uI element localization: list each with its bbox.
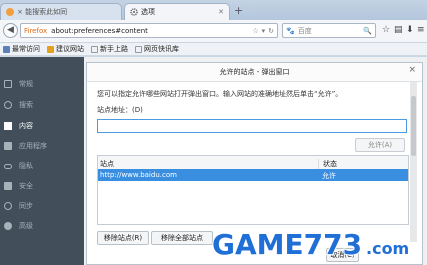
privacy-icon — [4, 163, 12, 169]
table-row[interactable]: http://www.baidu.com 允许 — [98, 169, 408, 181]
sidebar-item-general[interactable]: 常规 — [4, 79, 33, 89]
identity-label: Firefox — [24, 26, 48, 35]
bookmark-item[interactable]: 网页快讯库 — [135, 44, 179, 54]
address-label: 站点地址：(D) — [97, 106, 143, 114]
bookmark-item[interactable]: 最常访问 — [3, 44, 40, 54]
search-input[interactable]: 百度 — [298, 26, 364, 36]
bookmark-page-icon — [91, 45, 98, 53]
tab-options[interactable]: 选项 ✕ — [124, 3, 230, 20]
star-icon[interactable]: ☆ — [252, 27, 258, 35]
bookmarks-menu-icon[interactable]: ▤ — [394, 25, 403, 35]
close-icon[interactable]: × — [408, 65, 416, 75]
content-icon — [4, 122, 12, 130]
status-cell: 允许 — [322, 172, 336, 180]
bookmark-page-icon — [135, 45, 142, 53]
bookmarks-toolbar: 最常访问 建议网站 新手上路 网页快讯库 — [0, 43, 427, 56]
column-header-status[interactable]: 状态 — [318, 159, 337, 169]
sidebar-item-sync[interactable]: 同步 — [4, 201, 33, 211]
table-header: 站点 状态 — [98, 156, 408, 170]
sidebar-item-content[interactable]: 内容 — [4, 121, 33, 131]
url-text: about:preferences#content — [51, 26, 148, 35]
gear-icon — [130, 8, 138, 16]
svg-text:GAME773: GAME773 — [212, 228, 362, 261]
site-cell: http://www.baidu.com — [100, 171, 177, 179]
advanced-icon — [4, 222, 12, 230]
tab-label: × 能搜索此如同 — [17, 8, 68, 16]
allow-button[interactable]: 允许(A) — [355, 138, 405, 152]
bookmark-folder-icon — [3, 45, 10, 53]
sidebar-item-advanced[interactable]: 高级 — [4, 221, 33, 231]
tab-strip: × 能搜索此如同 选项 ✕ + — [0, 0, 427, 20]
search-icon[interactable]: 🔍 — [363, 27, 372, 35]
tab-background[interactable]: × 能搜索此如同 — [0, 3, 122, 20]
search-icon — [4, 101, 12, 109]
preferences-sidebar: 常规 搜索 内容 应用程序 隐私 安全 同步 高级 — [0, 57, 84, 265]
download-icon[interactable]: ⬇ — [406, 25, 414, 35]
dialog-description: 您可以指定允许哪些网站打开弹出窗口。输入网站的准确地址然后单击“允许”。 — [97, 90, 343, 98]
scrollbar-thumb[interactable] — [411, 96, 416, 156]
sidebar-item-security[interactable]: 安全 — [4, 181, 33, 191]
svg-text:.com: .com — [366, 239, 409, 258]
search-bar[interactable]: 🐾 百度 🔍 — [282, 23, 376, 38]
sidebar-item-search[interactable]: 搜索 — [4, 100, 33, 110]
dropdown-icon[interactable]: ▾ — [262, 27, 266, 35]
url-bar[interactable]: Firefox about:preferences#content ☆ ▾ ↻ — [20, 23, 278, 38]
remove-site-button[interactable]: 移除站点(R) — [97, 231, 149, 245]
watermark-logo: GAME773 .com — [211, 227, 410, 262]
sidebar-item-privacy[interactable]: 隐私 — [4, 161, 33, 171]
home-icon — [4, 80, 12, 88]
menu-icon[interactable]: ≡ — [417, 25, 425, 35]
new-tab-button[interactable]: + — [234, 4, 243, 17]
reload-icon[interactable]: ↻ — [268, 27, 274, 35]
scrollbar[interactable] — [410, 82, 417, 242]
navigation-bar: ◀ Firefox about:preferences#content ☆ ▾ … — [0, 20, 427, 43]
page-icon — [6, 8, 14, 16]
tab-label: 选项 — [141, 8, 155, 16]
bookmark-item[interactable]: 建议网站 — [47, 44, 84, 54]
back-button[interactable]: ◀ — [3, 23, 18, 38]
search-engine-icon[interactable]: 🐾 — [286, 27, 295, 35]
lock-icon — [4, 182, 12, 190]
sites-table: 站点 状态 http://www.baidu.com 允许 — [97, 155, 409, 225]
applications-icon — [4, 142, 12, 150]
bookmark-page-icon — [47, 45, 54, 53]
sidebar-item-applications[interactable]: 应用程序 — [4, 141, 47, 151]
close-tab-icon[interactable]: ✕ — [218, 8, 224, 16]
site-address-input[interactable] — [97, 119, 407, 133]
remove-all-sites-button[interactable]: 移除全部站点 — [151, 231, 213, 245]
column-header-site[interactable]: 站点 — [100, 159, 114, 169]
bookmark-item[interactable]: 新手上路 — [91, 44, 128, 54]
dialog-title: 允许的站点 - 弹出窗口 — [87, 63, 422, 82]
bookmark-star-icon[interactable]: ☆ — [382, 25, 390, 35]
sync-icon — [4, 202, 12, 210]
